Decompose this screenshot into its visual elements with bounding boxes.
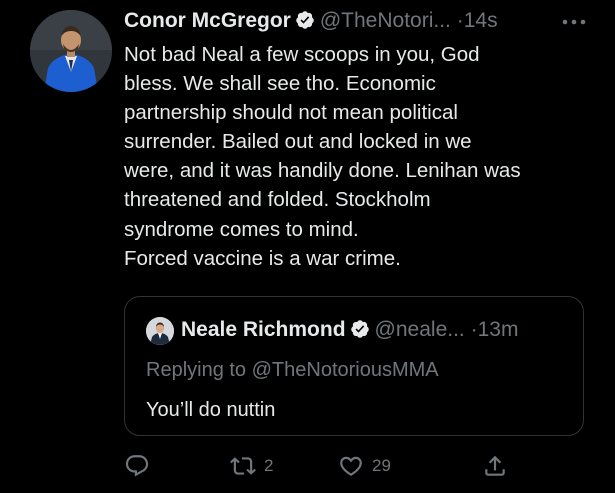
like-button[interactable]: 29	[338, 448, 391, 484]
tweet-action-bar: 2 29	[124, 448, 524, 484]
tweet-text: Not bad Neal a few scoops in you, God bl…	[124, 40, 594, 273]
quoted-tweet-text: You’ll do nuttin	[146, 399, 276, 421]
replying-to-label: Replying to @TheNotoriousMMA	[146, 359, 439, 381]
quoted-tweet-header: Neale Richmond @neale... ·13m	[181, 315, 518, 345]
tweet-text-line: threatened and folded. Stockholm	[124, 188, 431, 212]
quoted-tweet-timestamp[interactable]: 13m	[478, 318, 519, 341]
share-button[interactable]	[482, 448, 508, 484]
avatar-photo-icon	[30, 10, 112, 92]
tweet-text-line: Forced vaccine is a war crime.	[124, 246, 401, 270]
author-display-name[interactable]: Conor McGregor	[124, 9, 291, 32]
tweet-text-line: surrender. Bailed out and locked in we	[124, 130, 472, 154]
author-avatar[interactable]	[30, 10, 112, 92]
verified-badge-icon	[350, 320, 369, 338]
tweet-text-line: syndrome comes to mind.	[124, 217, 359, 241]
retweet-button[interactable]: 2	[230, 448, 273, 484]
tweet-text-line: bless. We shall see tho. Economic	[124, 72, 436, 96]
retweet-icon	[230, 457, 256, 475]
tweet-header: Conor McGregor @TheNotori... ·14s	[124, 6, 594, 36]
retweet-count: 2	[264, 456, 274, 475]
author-handle[interactable]: @TheNotori...	[320, 9, 451, 32]
tweet-text-line: partnership should not mean political	[124, 101, 458, 125]
quoted-author-display-name[interactable]: Neale Richmond	[181, 318, 346, 341]
tweet-timestamp[interactable]: 14s	[464, 9, 498, 32]
quoted-tweet[interactable]: Neale Richmond @neale... ·13m Replying t…	[124, 296, 584, 436]
reply-button[interactable]	[124, 448, 150, 484]
time-separator: ·	[470, 318, 478, 341]
reply-icon	[125, 455, 149, 477]
tweet-text-line: Not bad Neal a few scoops in you, God	[124, 43, 480, 66]
quoted-author-handle[interactable]: @neale...	[375, 318, 465, 341]
quoted-author-avatar[interactable]	[146, 317, 174, 345]
share-icon	[485, 455, 505, 476]
tweet-text-line: were, and it was handily done. Lenihan w…	[124, 159, 521, 183]
like-count: 29	[372, 456, 391, 475]
heart-icon	[340, 456, 362, 476]
quoted-avatar-photo-icon	[146, 317, 174, 345]
time-separator: ·	[456, 9, 464, 32]
ellipsis-icon[interactable]	[560, 12, 592, 32]
verified-badge-icon	[296, 11, 314, 29]
